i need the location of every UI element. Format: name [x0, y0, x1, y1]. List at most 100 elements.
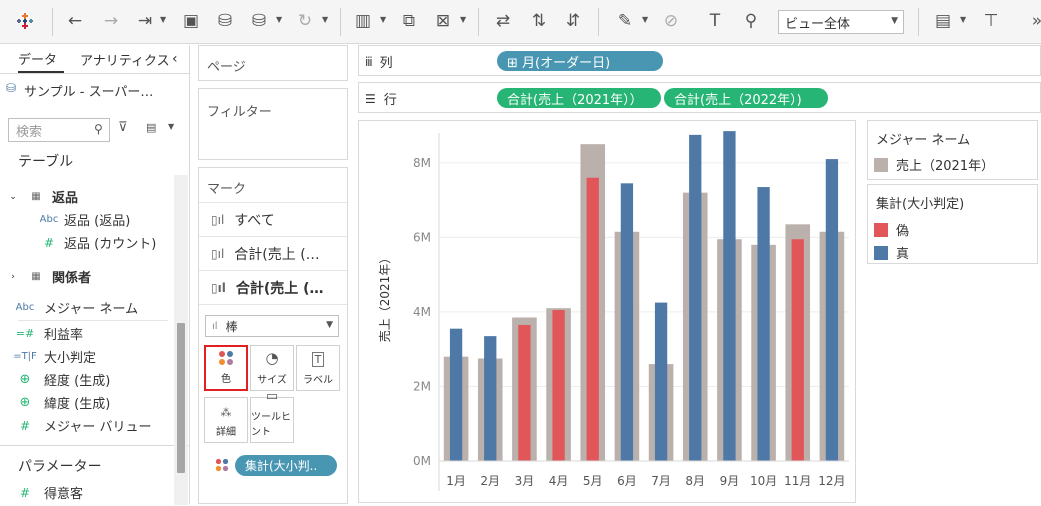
marks-tab-all[interactable]: ▯ıl すべて: [211, 210, 275, 230]
sales-2021-pill[interactable]: 合計(売上（2021年））: [497, 88, 661, 108]
color-button[interactable]: 色: [204, 345, 248, 391]
chevron-down-icon[interactable]: ▼: [160, 15, 166, 24]
field-label: メジャー バリュー: [44, 420, 152, 435]
tab-data[interactable]: データ: [18, 45, 64, 73]
bar-sales-2022[interactable]: [791, 239, 804, 461]
presentation-icon[interactable]: ⊤: [980, 10, 1002, 32]
fit-select[interactable]: ビュー全体 ▼: [778, 10, 904, 34]
bar-sales-2022[interactable]: [449, 328, 463, 461]
bar-sales-2022[interactable]: [757, 187, 770, 461]
detail-icon: ⁂: [220, 406, 232, 419]
toolbar-divider: [918, 8, 919, 36]
filter-icon[interactable]: ⊽: [118, 120, 128, 135]
sort-ascending-icon[interactable]: ⇅: [528, 10, 550, 32]
pin-icon[interactable]: ⚲: [740, 10, 762, 32]
replay-icon[interactable]: ⇥: [134, 10, 156, 32]
chevron-down-icon[interactable]: ▼: [642, 15, 648, 24]
tab-analytics[interactable]: アナリティクス: [80, 45, 170, 73]
chevron-down-icon[interactable]: ▼: [276, 15, 282, 24]
pause-updates-icon[interactable]: ⛁: [248, 10, 270, 32]
bar-sales-2022[interactable]: [825, 159, 839, 461]
save-icon[interactable]: ▣: [180, 10, 202, 32]
month-order-date-pill[interactable]: ⊞ 月(オーダー日): [497, 51, 663, 71]
bar-sales-2022[interactable]: [723, 131, 736, 462]
legend-swatch: [874, 245, 888, 260]
swap-icon[interactable]: ⇄: [492, 10, 514, 32]
field-measure-values[interactable]: # メジャー バリュー: [0, 414, 172, 437]
bar-sales-2022[interactable]: [552, 310, 565, 461]
cards-pane: ページ フィルター マーク ▯ıl すべて ▯ıl 合計(売上 (… ▯ıl 合…: [195, 45, 353, 504]
new-datasource-icon[interactable]: ⛁: [214, 10, 236, 32]
marks-tab-sales-2022[interactable]: ▯ıl 合計(売上 (…: [211, 278, 324, 298]
bar-sales-2022[interactable]: [518, 324, 531, 461]
back-icon[interactable]: ←: [64, 10, 86, 32]
field-returns-dim[interactable]: Abc 返品 (返品): [0, 208, 172, 231]
fit-select-value: ビュー全体: [785, 16, 851, 32]
duplicate-sheet-icon[interactable]: ⧉: [398, 10, 420, 32]
x-tick-label: 4月: [549, 474, 569, 488]
bar-sales-2022[interactable]: [586, 177, 599, 461]
chevron-down-icon[interactable]: ▼: [460, 15, 466, 24]
field-table-returns[interactable]: ⌄ ▦ 返品: [0, 185, 172, 208]
legend-item[interactable]: 偽: [874, 220, 909, 239]
y-tick-label: 4M: [413, 305, 431, 319]
bar-sales-2022[interactable]: [654, 302, 668, 461]
size-button[interactable]: ◔ サイズ: [250, 345, 294, 391]
label-button[interactable]: T ラベル: [296, 345, 340, 391]
bar-sales-2022[interactable]: [484, 336, 497, 461]
show-labels-icon[interactable]: T: [704, 10, 726, 32]
search-icon: ⚲: [94, 122, 103, 136]
field-size-judgment[interactable]: =T|F 大小判定: [0, 345, 172, 368]
refresh-icon[interactable]: ↻: [294, 10, 316, 32]
legend-item[interactable]: 真: [874, 243, 909, 262]
forward-icon[interactable]: →: [100, 10, 122, 32]
field-latitude[interactable]: ⊕ 緯度 (生成): [0, 391, 172, 414]
group-icon[interactable]: ⊘: [660, 10, 682, 32]
scrollbar-thumb[interactable]: [177, 323, 185, 473]
tableau-logo-icon[interactable]: [14, 10, 36, 32]
field-returns-count[interactable]: # 返品 (カウント): [0, 231, 172, 254]
chevron-down-icon[interactable]: ▼: [322, 15, 328, 24]
show-cards-icon[interactable]: ▤: [932, 10, 954, 32]
bar-icon: ▯ıl: [211, 247, 225, 261]
size-button-label: サイズ: [257, 375, 287, 386]
bar-chart[interactable]: 0M 2M 4M 6M 8M 1月 2月 3月 4月 5月 6月 7月 8月 9月 10月 11月 12月 売…: [359, 121, 855, 502]
detail-button[interactable]: ⁂ 詳細: [204, 397, 248, 443]
field-label: 関係者: [52, 271, 92, 286]
color-field-pill[interactable]: 集計(大小判..: [235, 455, 337, 476]
filters-card[interactable]: フィルター: [198, 88, 348, 160]
param-regular-customer[interactable]: # 得意客: [0, 481, 172, 504]
legend-item-label: 売上（2021年）: [896, 159, 995, 174]
highlight-icon[interactable]: ✎: [614, 10, 636, 32]
tooltip-button-label: ツールヒント: [251, 412, 291, 438]
columns-shelf[interactable]: ⅲ 列 ⊞ 月(オーダー日): [358, 45, 1041, 76]
datasource-name[interactable]: サンプル - スーパー…: [24, 81, 153, 100]
collapse-pane-icon[interactable]: ‹: [172, 45, 178, 73]
chevron-down-icon[interactable]: ▼: [960, 15, 966, 24]
more-icon[interactable]: »: [1026, 10, 1041, 32]
field-longitude[interactable]: ⊕ 経度 (生成): [0, 368, 172, 391]
field-measure-names[interactable]: Abc メジャー ネーム: [0, 296, 172, 319]
bar-sales-2022[interactable]: [689, 134, 702, 461]
rows-shelf[interactable]: ☰ 行 合計(売上（2021年）） 合計(売上（2022年）): [358, 82, 1041, 113]
chevron-down-icon[interactable]: ▼: [168, 122, 174, 131]
divider: [199, 304, 347, 305]
mark-type-select[interactable]: ıl 棒 ▼: [205, 315, 339, 337]
legend-item[interactable]: 売上（2021年）: [874, 155, 994, 174]
sort-descending-icon[interactable]: ⇵: [562, 10, 584, 32]
bar-sales-2022[interactable]: [620, 183, 634, 461]
chart-view: 0M 2M 4M 6M 8M 1月 2月 3月 4月 5月 6月 7月 8月 9月 10月 11月 12月 売…: [358, 120, 856, 503]
y-tick-label: 6M: [413, 230, 431, 244]
view-options-icon[interactable]: ▤: [146, 121, 156, 134]
pages-card[interactable]: ページ: [198, 45, 348, 81]
chevron-down-icon[interactable]: ▼: [380, 15, 386, 24]
field-table-people[interactable]: › ▦ 関係者: [0, 265, 172, 288]
bar-icon: ▯ıl: [211, 213, 225, 227]
field-profit-ratio[interactable]: =# 利益率: [0, 322, 172, 345]
tooltip-button[interactable]: ▭ ツールヒント: [250, 389, 294, 443]
sales-2022-pill[interactable]: 合計(売上（2022年）): [664, 88, 828, 108]
new-sheet-icon[interactable]: ▥: [352, 10, 374, 32]
clear-sheet-icon[interactable]: ⊠: [432, 10, 454, 32]
marks-tab-sales-2021[interactable]: ▯ıl 合計(売上 (…: [211, 244, 320, 264]
label-button-label: ラベル: [303, 375, 333, 386]
